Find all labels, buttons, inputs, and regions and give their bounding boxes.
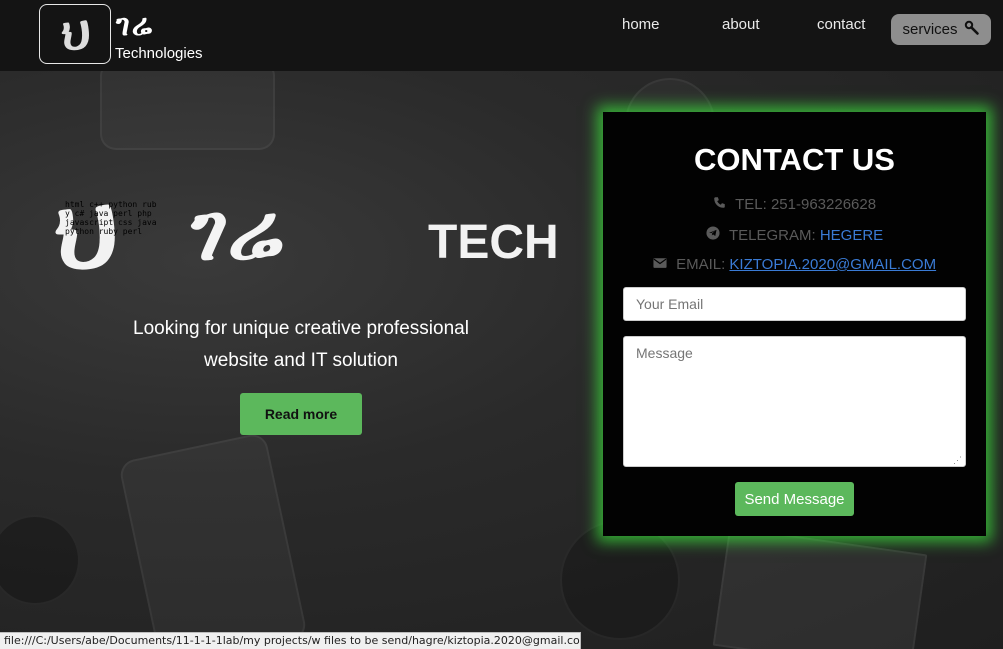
hero-logo-word-texture: html c++ python ruby c# java perl php ja… (65, 200, 157, 236)
read-more-button[interactable]: Read more (240, 393, 362, 435)
nav-link-home[interactable]: home (622, 16, 660, 33)
contact-telegram-prefix: TELEGRAM: (728, 227, 816, 244)
contact-email-prefix: EMAIL: (676, 256, 726, 273)
hero-tagline-line1: Looking for unique creative professional (133, 318, 469, 339)
background-paper (712, 526, 928, 649)
hero-logo: ህ html c++ python ruby c# java perl php … (55, 182, 425, 282)
nav-link-about[interactable]: about (722, 16, 760, 33)
contact-title: CONTACT US (694, 142, 895, 177)
background-cup (0, 515, 80, 605)
logo-letter: ህ (61, 6, 90, 60)
logo-glyphs: ገሬ (116, 8, 154, 43)
background-phone (117, 431, 309, 649)
hero-tech-label: TECH (428, 216, 559, 269)
logo-subtitle: Technologies (115, 45, 203, 62)
logo[interactable]: ህ (39, 4, 111, 64)
message-textarea[interactable] (623, 336, 966, 467)
send-message-button[interactable]: Send Message (735, 482, 854, 516)
email-input[interactable] (623, 287, 966, 321)
nav-link-contact[interactable]: contact (817, 16, 865, 33)
nav-services-label: services (902, 21, 958, 38)
wrench-icon (964, 20, 980, 39)
nav-services-button[interactable]: services (891, 14, 991, 45)
contact-email: EMAIL: KIZTOPIA.2020@GMAIL.COM (603, 256, 986, 273)
contact-tel-text: TEL: 251-963226628 (735, 196, 877, 213)
hero-tagline: Looking for unique creative professional… (100, 313, 502, 377)
envelope-icon (653, 256, 671, 273)
hero-tagline-line2: website and IT solution (204, 350, 398, 371)
email-link[interactable]: KIZTOPIA.2020@GMAIL.COM (729, 256, 936, 273)
telegram-icon (706, 226, 724, 244)
phone-icon (713, 196, 730, 213)
navbar: ህ ገሬ Technologies home about contact ser… (0, 0, 1003, 71)
telegram-link[interactable]: HEGERE (820, 227, 883, 244)
hero-logo-glyphs: ገሬ (183, 184, 286, 278)
status-bar-url: file:///C:/Users/abe/Documents/11-1-1-1l… (0, 632, 581, 649)
contact-telegram: TELEGRAM: HEGERE (603, 226, 986, 244)
contact-card: CONTACT US TEL: 251-963226628 TELEGRAM: … (603, 112, 986, 536)
contact-tel: TEL: 251-963226628 (603, 196, 986, 213)
background-phone (100, 60, 275, 150)
background-cup (560, 520, 680, 640)
resize-grip-icon[interactable]: ⋰ (953, 455, 963, 465)
